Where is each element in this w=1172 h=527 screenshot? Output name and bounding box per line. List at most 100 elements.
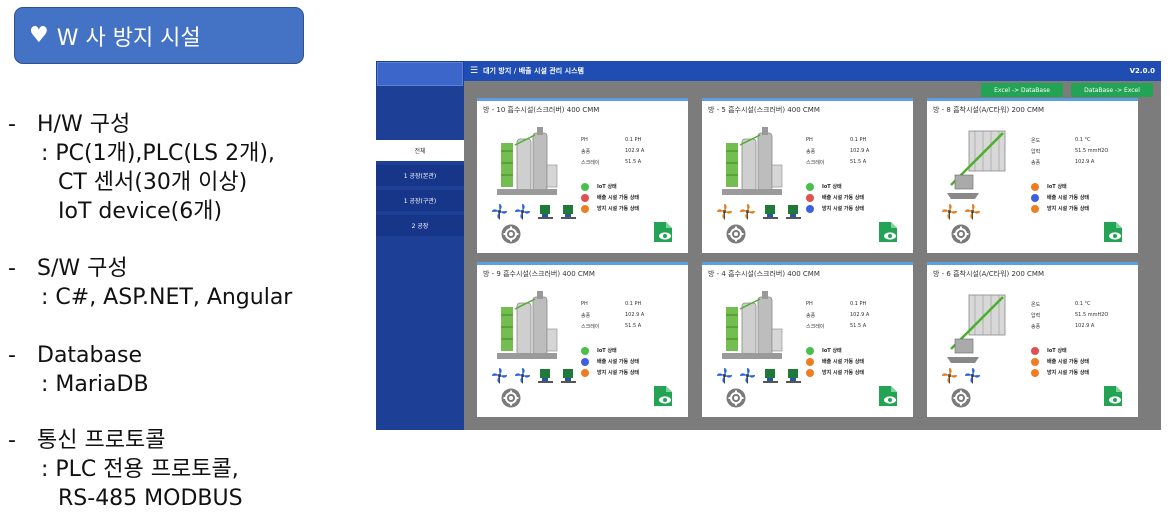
- scrubber-icon: [495, 125, 559, 201]
- metric-value: 102.9 A: [1075, 159, 1095, 165]
- metric-value: 0.1 PH: [625, 137, 642, 143]
- metric-row: 송풍 102.9 A: [806, 312, 906, 323]
- scrubber-icon: [720, 125, 784, 201]
- bullet-line: : MariaDB: [41, 372, 149, 397]
- metric-row: 압력 51.5 mmH2O: [1031, 312, 1131, 323]
- sidebar-item-factory2[interactable]: 2 공장: [376, 215, 464, 236]
- report-view-icon[interactable]: [878, 221, 898, 243]
- sidebar-item-all[interactable]: 전체: [376, 140, 464, 161]
- equipment-icons: [716, 203, 808, 220]
- sidebar-item-factory1-old[interactable]: 1 공장(구관): [376, 190, 464, 211]
- metric-row: PH 0.1 PH: [806, 301, 906, 312]
- settings-gear-icon[interactable]: [726, 224, 746, 244]
- status-label: 방지 시설 가동 상태: [822, 206, 865, 212]
- metric-row: 스크레이 51.5 A: [581, 323, 681, 334]
- metric-value: 102.9 A: [1075, 323, 1095, 329]
- scrubber-icon: [720, 289, 784, 365]
- metric-label: 송풍: [581, 313, 591, 319]
- status-row: IoT 상태: [581, 345, 639, 356]
- status-indicator-icon: [581, 182, 589, 191]
- report-view-icon[interactable]: [653, 221, 673, 243]
- facility-card[interactable]: 방 - 4 흡수시설(스크러버) 400 CMM PH 0.1 PH 송풍 102.9 …: [702, 262, 913, 417]
- metric-label: 송풍: [1031, 160, 1041, 166]
- metric-label: 송풍: [806, 313, 816, 319]
- facility-card[interactable]: 방 - 6 흡착시설(A/C타워) 200 CMM 온도 0.1 °C 압력 51.5 …: [927, 262, 1138, 417]
- status-indicator-icon: [1031, 368, 1039, 377]
- metric-label: 스크레이: [806, 324, 825, 330]
- database-to-excel-button[interactable]: DataBase -> Excel: [1071, 83, 1153, 97]
- status-label: 방지 시설 가동 상태: [597, 370, 640, 376]
- bullet-heading: S/W 구성: [37, 256, 128, 281]
- metric-label: 압력: [1031, 313, 1041, 319]
- metric-label: PH: [806, 301, 813, 307]
- metric-row: 송풍 102.9 A: [1031, 323, 1131, 334]
- facility-card[interactable]: 방 - 5 흡수시설(스크러버) 400 CMM PH 0.1 PH 송풍 102.9 …: [702, 98, 913, 253]
- settings-gear-icon[interactable]: [501, 224, 521, 244]
- status-label: 방지 시설 가동 상태: [1047, 370, 1090, 376]
- status-label: 방지 시설 가동 상태: [1047, 206, 1090, 212]
- heart-icon: ♥: [29, 22, 49, 48]
- metric-row: 송풍 102.9 A: [581, 312, 681, 323]
- facility-card[interactable]: 방 - 10 흡수시설(스크러버) 400 CMM PH 0.1 PH 송풍 102.9…: [477, 98, 688, 253]
- equipment-icons: [716, 367, 808, 384]
- status-row: 방지 시설 가동 상태: [581, 203, 639, 214]
- status-row: 방지 시설 가동 상태: [806, 203, 864, 214]
- status-label: 배출 시설 가동 상태: [822, 359, 865, 365]
- scrubber-icon: [495, 289, 559, 365]
- metrics-list: PH 0.1 PH 송풍 102.9 A 스크레이 51.5 A: [806, 137, 906, 170]
- metrics-list: PH 0.1 PH 송풍 102.9 A 스크레이 51.5 A: [581, 137, 681, 170]
- report-view-icon[interactable]: [1103, 221, 1123, 243]
- settings-gear-icon[interactable]: [501, 388, 521, 408]
- status-label: 배출 시설 가동 상태: [1047, 359, 1090, 365]
- metric-label: 송풍: [806, 149, 816, 155]
- menu-icon[interactable]: ☰: [470, 66, 478, 76]
- metric-value: 51.5 mmH2O: [1075, 148, 1109, 154]
- metric-label: 스크레이: [806, 160, 825, 166]
- status-indicator-icon: [581, 346, 589, 355]
- report-view-icon[interactable]: [878, 385, 898, 407]
- pump-icon: [762, 203, 779, 220]
- status-row: 배출 시설 가동 상태: [1031, 356, 1089, 367]
- status-row: 배출 시설 가동 상태: [1031, 192, 1089, 203]
- metrics-list: 온도 0.1 °C 압력 51.5 mmH2O 송풍 102.9 A: [1031, 137, 1131, 170]
- equipment-icons: [941, 367, 987, 384]
- status-label: IoT 상태: [822, 348, 842, 354]
- equipment-icons: [491, 203, 583, 220]
- metric-label: 송풍: [581, 149, 591, 155]
- sidebar-item-factory1-main[interactable]: 1 공장(본관): [376, 165, 464, 186]
- facility-card[interactable]: 방 - 8 흡착시설(A/C타워) 200 CMM 온도 0.1 °C 압력 51.5 …: [927, 98, 1138, 253]
- metric-row: 온도 0.1 °C: [1031, 137, 1131, 148]
- fan-icon: [514, 367, 531, 384]
- report-view-icon[interactable]: [1103, 385, 1123, 407]
- slide-title-box: ♥ W 사 방지 시설: [14, 7, 304, 64]
- status-indicator-icon: [1031, 182, 1039, 191]
- status-row: 배출 시설 가동 상태: [806, 356, 864, 367]
- fan-icon: [716, 367, 733, 384]
- settings-gear-icon[interactable]: [726, 388, 746, 408]
- excel-to-database-button[interactable]: Excel -> DataBase: [981, 83, 1063, 97]
- metric-row: PH 0.1 PH: [806, 137, 906, 148]
- settings-gear-icon[interactable]: [951, 388, 971, 408]
- app-header: ☰ 대기 방지 / 배출 시설 관리 시스템 V2.0.0: [464, 61, 1161, 81]
- metrics-list: PH 0.1 PH 송풍 102.9 A 스크레이 51.5 A: [581, 301, 681, 334]
- fan-icon: [739, 203, 756, 220]
- status-row: 배출 시설 가동 상태: [806, 192, 864, 203]
- pump-icon: [537, 203, 554, 220]
- facility-card[interactable]: 방 - 9 흡수시설(스크러버) 400 CMM PH 0.1 PH 송풍 102.9 …: [477, 262, 688, 417]
- status-list: IoT 상태 배출 시설 가동 상태 방지 시설 가동 상태: [581, 181, 639, 214]
- status-indicator-icon: [806, 182, 814, 191]
- card-title: 방 - 5 흡수시설(스크러버) 400 CMM: [708, 106, 820, 114]
- metric-value: 51.5 A: [850, 323, 867, 329]
- status-list: IoT 상태 배출 시설 가동 상태 방지 시설 가동 상태: [1031, 181, 1089, 214]
- metric-value: 0.1 °C: [1075, 137, 1091, 143]
- status-list: IoT 상태 배출 시설 가동 상태 방지 시설 가동 상태: [581, 345, 639, 378]
- report-view-icon[interactable]: [653, 385, 673, 407]
- metric-value: 51.5 A: [850, 159, 867, 165]
- bullet-line: CT 센서(30개 이상): [58, 170, 248, 195]
- bullet-heading: 통신 프로토콜: [37, 428, 166, 453]
- metric-value: 102.9 A: [850, 312, 870, 318]
- pump-icon: [560, 367, 577, 384]
- metric-value: 51.5 A: [625, 159, 642, 165]
- settings-gear-icon[interactable]: [951, 224, 971, 244]
- pump-icon: [762, 367, 779, 384]
